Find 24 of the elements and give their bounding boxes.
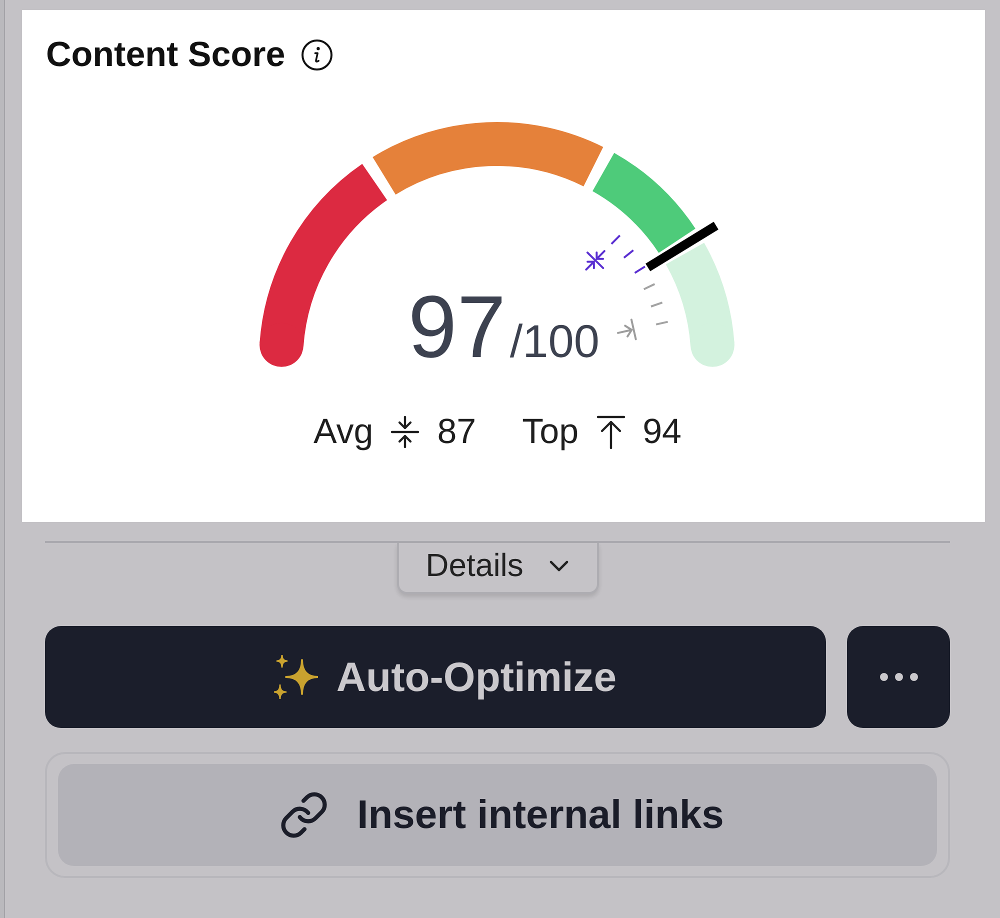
- top-marker-icon: [617, 318, 637, 340]
- gauge-tick: [643, 283, 656, 290]
- more-button[interactable]: [847, 626, 950, 728]
- stat-value: 94: [642, 412, 682, 452]
- gauge-tick: [656, 320, 668, 326]
- stat-label: Avg: [314, 412, 374, 452]
- ellipsis-icon: [878, 672, 918, 682]
- auto-optimize-button[interactable]: Auto-Optimize: [45, 626, 826, 728]
- link-icon: [279, 790, 330, 840]
- sparkle-icon: [274, 655, 318, 699]
- details-tab[interactable]: Details: [396, 543, 598, 594]
- score-value: 97/100: [408, 277, 600, 376]
- info-icon[interactable]: [301, 39, 334, 71]
- gauge-tick: [650, 302, 663, 308]
- gauge-tick: [634, 266, 646, 274]
- stat-value: 87: [437, 412, 476, 452]
- top-icon: [596, 414, 626, 450]
- gauge-tick: [610, 234, 621, 245]
- insert-links-button[interactable]: Insert internal links: [58, 764, 937, 866]
- card-title: Content Score: [46, 35, 286, 75]
- average-marker-icon: [585, 250, 606, 271]
- stat-label: Top: [522, 412, 579, 452]
- gauge-tick: [623, 249, 634, 259]
- average-icon: [390, 414, 420, 450]
